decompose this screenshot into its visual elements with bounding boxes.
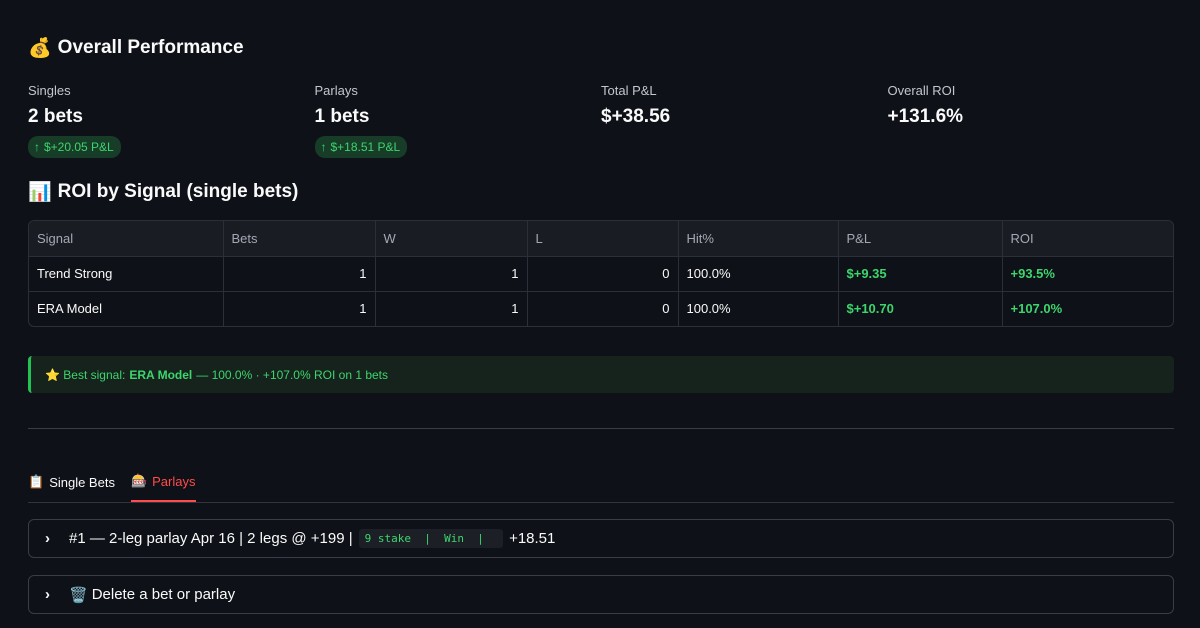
cell-bets[interactable]: 1 [223,291,376,326]
table-row: Trend Strong 1 1 0 100.0% $+9.35 +93.5% [29,256,1173,292]
tab-label: Parlays [152,473,196,489]
roi-table[interactable]: Signal Bets W L Hit% P&L ROI Trend Stron… [28,220,1174,327]
metric-value: 1 bets [314,106,370,127]
delete-expander[interactable]: › 🗑️ Delete a bet or parlay [28,575,1174,614]
overall-performance-heading: 💰 Overall Performance [28,36,244,60]
money-bag-icon: 💰 [28,38,52,59]
star-icon: ⭐ [45,367,60,382]
chevron-right-icon: › [45,530,50,547]
parlay-code: 9 stake | Win | [358,529,504,548]
column-header-roi[interactable]: ROI [1002,221,1173,257]
trash-icon: 🗑️ [69,586,88,604]
metric-label: Overall ROI [887,83,956,98]
cell-bets[interactable]: 1 [223,256,376,292]
cell-hit[interactable]: 100.0% [678,256,839,292]
tab-label: Single Bets [49,474,115,490]
tab-bar: 📋 Single Bets 🎰 Parlays [28,462,1174,503]
overall-performance-title: Overall Performance [57,37,244,58]
metric-delta-badge: ↑ $+18.51 P&L [314,136,408,158]
parlay-summary: #1 — 2-leg parlay Apr 16 | 2 legs @ +199… [69,529,555,548]
bar-chart-icon: 📊 [28,182,52,203]
parlay-label: #1 — 2-leg parlay Apr 16 | 2 legs @ +199… [69,530,353,547]
page: 💰 Overall Performance Singles 2 bets ↑ $… [0,0,1200,628]
best-signal-callout: ⭐ Best signal: ERA Model — 100.0% · +107… [28,356,1174,393]
metric-overall-roi: Overall ROI +131.6% [888,82,1175,158]
arrow-up-icon: ↑ [34,140,40,154]
cell-w[interactable]: 1 [375,291,528,326]
delete-summary: 🗑️ Delete a bet or parlay [69,586,235,604]
roi-by-signal-title: ROI by Signal (single bets) [57,181,299,202]
cell-pnl[interactable]: $+9.35 [838,256,1003,292]
column-header-l[interactable]: L [527,221,679,257]
cell-l[interactable]: 0 [527,291,679,326]
column-header-pnl[interactable]: P&L [838,221,1003,257]
parlay-tail: +18.51 [509,530,556,547]
metric-value: +131.6% [887,106,964,127]
table-row: ERA Model 1 1 0 100.0% $+10.70 +107.0% [29,291,1173,326]
cell-l[interactable]: 0 [527,256,679,292]
delete-label: Delete a bet or parlay [91,586,236,603]
metrics-row: Singles 2 bets ↑ $+20.05 P&L Parlays 1 b… [28,82,1174,158]
metric-value: $+38.56 [601,106,671,127]
slot-machine-icon: 🎰 [130,473,148,488]
metric-label: Total P&L [601,83,657,98]
cell-roi[interactable]: +107.0% [1002,291,1173,326]
arrow-up-icon: ↑ [320,140,327,154]
cell-roi[interactable]: +93.5% [1002,256,1173,292]
metric-value: 2 bets [28,106,83,127]
metric-label: Singles [28,83,71,98]
cell-signal[interactable]: ERA Model [29,291,224,326]
callout-prefix: Best signal: [63,367,126,382]
cell-w[interactable]: 1 [375,256,528,292]
column-header-hit[interactable]: Hit% [678,221,839,257]
column-header-w[interactable]: W [375,221,528,257]
metric-singles: Singles 2 bets ↑ $+20.05 P&L [28,82,315,158]
callout-signal: ERA Model [129,367,193,382]
metric-total-pnl: Total P&L $+38.56 [601,82,888,158]
metric-delta-text: $+20.05 P&L [44,140,114,154]
parlay-expander[interactable]: › #1 — 2-leg parlay Apr 16 | 2 legs @ +1… [28,519,1174,558]
callout-suffix: — 100.0% · +107.0% ROI on 1 bets [196,367,389,382]
metric-delta-badge: ↑ $+20.05 P&L [28,136,121,158]
cell-hit[interactable]: 100.0% [678,291,839,326]
roi-by-signal-heading: 📊 ROI by Signal (single bets) [28,180,298,204]
column-header-bets[interactable]: Bets [223,221,376,257]
divider [28,428,1174,429]
tab-parlays[interactable]: 🎰 Parlays [130,462,196,502]
clipboard-icon: 📋 [28,474,45,489]
tab-single-bets[interactable]: 📋 Single Bets [28,462,115,502]
metric-label: Parlays [314,83,358,98]
chevron-right-icon: › [45,586,50,603]
cell-pnl[interactable]: $+10.70 [838,291,1003,326]
table-header-row: Signal Bets W L Hit% P&L ROI [29,221,1173,257]
column-header-signal[interactable]: Signal [29,221,224,257]
metric-delta-text: $+18.51 P&L [330,140,401,154]
metric-parlays: Parlays 1 bets ↑ $+18.51 P&L [314,82,602,158]
cell-signal[interactable]: Trend Strong [29,256,224,292]
